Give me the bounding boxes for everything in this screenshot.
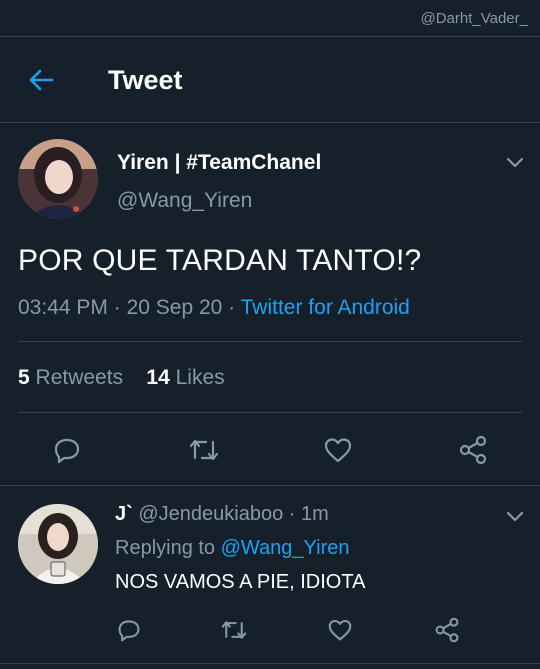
- reply-header: J` @Jendeukiaboo · 1m: [115, 503, 329, 526]
- replying-to-handle[interactable]: @Wang_Yiren: [221, 537, 350, 559]
- more-options-button[interactable]: [505, 155, 525, 169]
- retweet-icon: [189, 439, 219, 461]
- tweet-date: 20 Sep 20: [126, 296, 223, 319]
- like-button[interactable]: [321, 433, 355, 467]
- tweet-meta: 03:44 PM · 20 Sep 20 · Twitter for Andro…: [18, 296, 410, 320]
- heart-icon: [328, 619, 352, 641]
- meta-separator: ·: [107, 296, 127, 319]
- retweet-button[interactable]: [186, 433, 222, 467]
- divider: [18, 341, 522, 342]
- page-title: Tweet: [108, 65, 183, 95]
- divider: [18, 412, 522, 413]
- chevron-down-icon: [506, 157, 524, 168]
- reply-retweet-button[interactable]: [218, 615, 250, 645]
- reply-text: NOS VAMOS A PIE, IDIOTA: [115, 571, 366, 593]
- tweet-time: 03:44 PM: [18, 296, 108, 319]
- reply-icon: [54, 438, 80, 464]
- back-button[interactable]: [26, 65, 56, 95]
- avatar-image: [18, 139, 98, 219]
- reply-handle[interactable]: @Jendeukiaboo: [138, 503, 283, 525]
- share-button[interactable]: [456, 433, 490, 467]
- retweets-label: Retweets: [35, 366, 124, 389]
- retweets-stat[interactable]: 5 Retweets: [18, 366, 123, 389]
- reply-avatar-image: [18, 504, 98, 584]
- tweet-text: POR QUE TARDAN TANTO!?: [18, 244, 422, 277]
- reply-time: 1m: [301, 503, 329, 525]
- retweet-icon: [221, 621, 247, 639]
- share-icon: [435, 617, 459, 643]
- reply-share-button[interactable]: [432, 615, 462, 645]
- divider: [0, 485, 540, 486]
- reply-like-button[interactable]: [325, 615, 355, 645]
- share-icon: [459, 435, 487, 465]
- heart-icon: [324, 438, 352, 463]
- replying-prefix: Replying to: [115, 537, 216, 559]
- reply-reply-button[interactable]: [114, 615, 144, 645]
- watermark: @Darht_Vader_: [420, 10, 528, 27]
- chevron-down-icon: [506, 511, 524, 522]
- reply-avatar[interactable]: [18, 504, 98, 584]
- avatar[interactable]: [18, 139, 98, 219]
- app-header: Tweet: [0, 37, 540, 123]
- meta-separator: ·: [283, 503, 301, 525]
- reply-display-name[interactable]: J`: [115, 503, 133, 525]
- replying-to: Replying to @Wang_Yiren: [115, 537, 350, 560]
- tweet-source-link[interactable]: Twitter for Android: [241, 296, 410, 319]
- reply-icon: [118, 620, 140, 642]
- divider: [0, 663, 540, 664]
- retweets-count: 5: [18, 366, 30, 389]
- reply-button[interactable]: [50, 433, 84, 467]
- back-arrow-icon: [29, 69, 54, 91]
- likes-stat[interactable]: 14 Likes: [146, 366, 224, 389]
- reply-more-options-button[interactable]: [505, 509, 525, 523]
- user-handle[interactable]: @Wang_Yiren: [117, 189, 252, 213]
- likes-label: Likes: [175, 366, 225, 389]
- meta-separator: ·: [222, 296, 241, 319]
- tweet-stats: 5 Retweets 14 Likes: [18, 366, 225, 390]
- likes-count: 14: [146, 366, 170, 389]
- display-name[interactable]: Yiren | #TeamChanel: [117, 151, 321, 175]
